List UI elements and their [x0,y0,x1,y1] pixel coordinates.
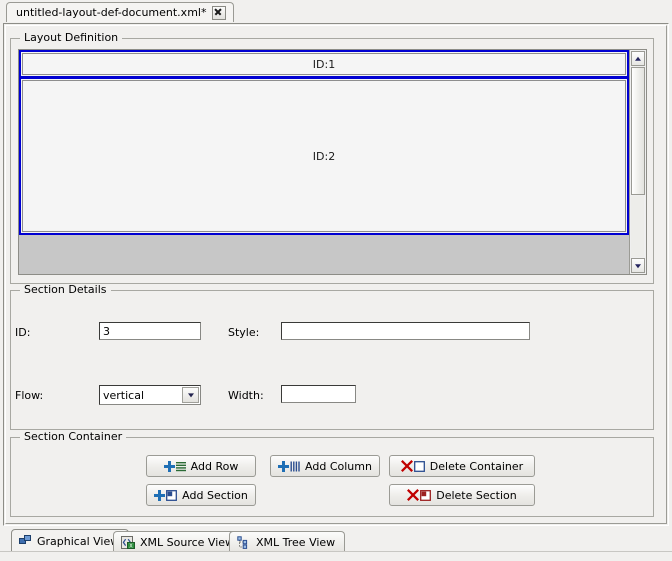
view-tab-strip: Graphical View X XML Source View XML Tre… [0,528,672,552]
scrollbar-thumb[interactable] [631,67,645,195]
plus-columns-icon [278,460,300,472]
layout-definition-group: Layout Definition ID:1 ID:2 [10,32,654,284]
chevron-down-icon [635,263,641,268]
section-divider [21,76,627,79]
tab-xml-tree-view[interactable]: XML Tree View [229,531,346,552]
canvas-vertical-scrollbar[interactable] [629,50,646,274]
root-section-container[interactable]: ID:1 ID:2 [19,50,629,235]
width-input[interactable] [281,385,356,403]
section-details-title: Section Details [20,284,111,296]
flow-select-value: vertical [103,388,145,402]
scrollbar-track[interactable] [631,196,644,257]
layout-canvas-viewport[interactable]: ID:1 ID:2 [19,50,629,274]
tab-xml-source-view[interactable]: X XML Source View [113,531,245,552]
add-column-button-label: Add Column [305,459,372,473]
tab-xml-tree-view-label: XML Tree View [256,535,336,549]
chevron-down-icon[interactable] [182,387,199,403]
section-details-group: Section Details [10,284,654,430]
layout-section[interactable]: ID:2 [22,80,626,232]
plus-rows-icon [163,460,186,472]
flow-field-label: Flow: [15,389,44,402]
add-row-button-label: Add Row [190,459,239,473]
add-section-button[interactable]: Add Section [146,484,256,506]
chevron-up-icon [635,56,641,61]
scroll-up-button[interactable] [631,51,645,66]
add-column-button[interactable]: Add Column [270,455,380,477]
id-input[interactable] [99,322,201,340]
delete-container-icon [400,460,425,472]
delete-section-icon [407,489,432,501]
close-icon[interactable] [212,5,227,20]
flow-select[interactable]: vertical [99,385,201,405]
svg-text:X: X [129,543,133,549]
section-container-title: Section Container [20,431,127,443]
style-field-label: Style: [228,326,260,339]
layout-canvas-pane[interactable]: ID:1 ID:2 [18,49,647,275]
application-window: untitled-layout-def-document.xml* Layout… [0,0,672,561]
delete-container-button[interactable]: Delete Container [389,455,535,477]
tab-graphical-view-label: Graphical View [37,534,120,548]
tab-graphical-view[interactable]: Graphical View [11,529,130,552]
layout-definition-title: Layout Definition [20,32,123,44]
plus-section-icon [154,489,178,501]
status-bar [0,551,672,561]
width-field-label: Width: [228,389,264,402]
delete-container-button-label: Delete Container [429,459,524,473]
delete-section-button-label: Delete Section [436,488,517,502]
layout-section-label: ID:2 [312,149,336,163]
layout-section-label: ID:1 [312,57,336,71]
scroll-down-button[interactable] [631,258,645,273]
graphical-view-icon [19,535,32,547]
document-tab-strip: untitled-layout-def-document.xml* [0,0,672,24]
id-field-label: ID: [15,326,31,339]
section-container-group: Section Container [10,431,654,517]
document-tab[interactable]: untitled-layout-def-document.xml* [6,2,235,22]
document-tab-label: untitled-layout-def-document.xml* [16,6,207,19]
style-input[interactable] [281,322,530,340]
xml-tree-icon [237,535,251,549]
delete-section-button[interactable]: Delete Section [389,484,535,506]
add-row-button[interactable]: Add Row [146,455,256,477]
add-section-button-label: Add Section [182,488,248,502]
layout-section[interactable]: ID:1 [22,53,626,75]
tab-xml-source-view-label: XML Source View [140,535,235,549]
xml-source-icon: X [121,535,135,549]
